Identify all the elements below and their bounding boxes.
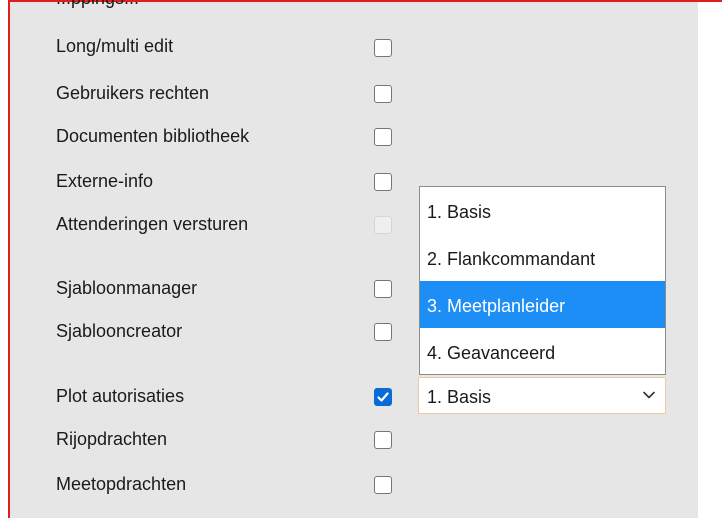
plot-level-select[interactable]: 1. Basis [418,377,666,414]
checkbox-sjabloonmanager[interactable] [374,280,392,298]
checkbox-externe-info[interactable] [374,173,392,191]
option-geavanceerd[interactable]: 4. Geavanceerd [420,328,665,375]
plot-level-select-value: 1. Basis [427,387,492,407]
row-label-documenten-bibliotheek: Documenten bibliotheek [56,126,250,146]
checkbox-attenderingen-versturen [374,216,392,234]
checkbox-meetopdrachten[interactable] [374,476,392,494]
row-label-externe-info: Externe-info [56,171,154,191]
checkbox-documenten-bibliotheek[interactable] [374,128,392,146]
checkbox-long-multi-edit[interactable] [374,39,392,57]
option-label: 2. Flankcommandant [427,249,596,269]
chevron-down-icon [643,391,655,399]
permissions-panel: ...ppings... Long/multi edit Gebruikers … [10,0,698,518]
plot-level-dropdown-list: 1. Basis 2. Flankcommandant 3. Meetplanl… [419,186,666,375]
row-label-attenderingen-versturen: Attenderingen versturen [56,214,249,234]
checkmark-icon [377,392,389,402]
checkbox-sjablooncreator[interactable] [374,323,392,341]
row-label-meetopdrachten: Meetopdrachten [56,474,187,494]
option-label: 1. Basis [427,202,492,222]
checkbox-gebruikers-rechten[interactable] [374,85,392,103]
row-label-sjabloonmanager: Sjabloonmanager [56,278,198,298]
clipped-row-label: ...ppings... [56,0,139,9]
row-label-rijopdrachten: Rijopdrachten [56,429,168,449]
row-label-gebruikers-rechten: Gebruikers rechten [56,83,210,103]
row-label-sjablooncreator: Sjablooncreator [56,321,183,341]
option-meetplanleider[interactable]: 3. Meetplanleider [420,281,665,328]
checkbox-plot-autorisaties[interactable] [374,388,392,406]
option-label: 4. Geavanceerd [427,343,556,363]
row-label-plot-autorisaties: Plot autorisaties [56,386,185,406]
option-label: 3. Meetplanleider [427,296,566,316]
checkbox-rijopdrachten[interactable] [374,431,392,449]
row-label-long-multi-edit: Long/multi edit [56,36,174,56]
option-basis[interactable]: 1. Basis [420,187,665,234]
screen: ...ppings... Long/multi edit Gebruikers … [0,0,722,518]
option-flankcommandant[interactable]: 2. Flankcommandant [420,234,665,281]
